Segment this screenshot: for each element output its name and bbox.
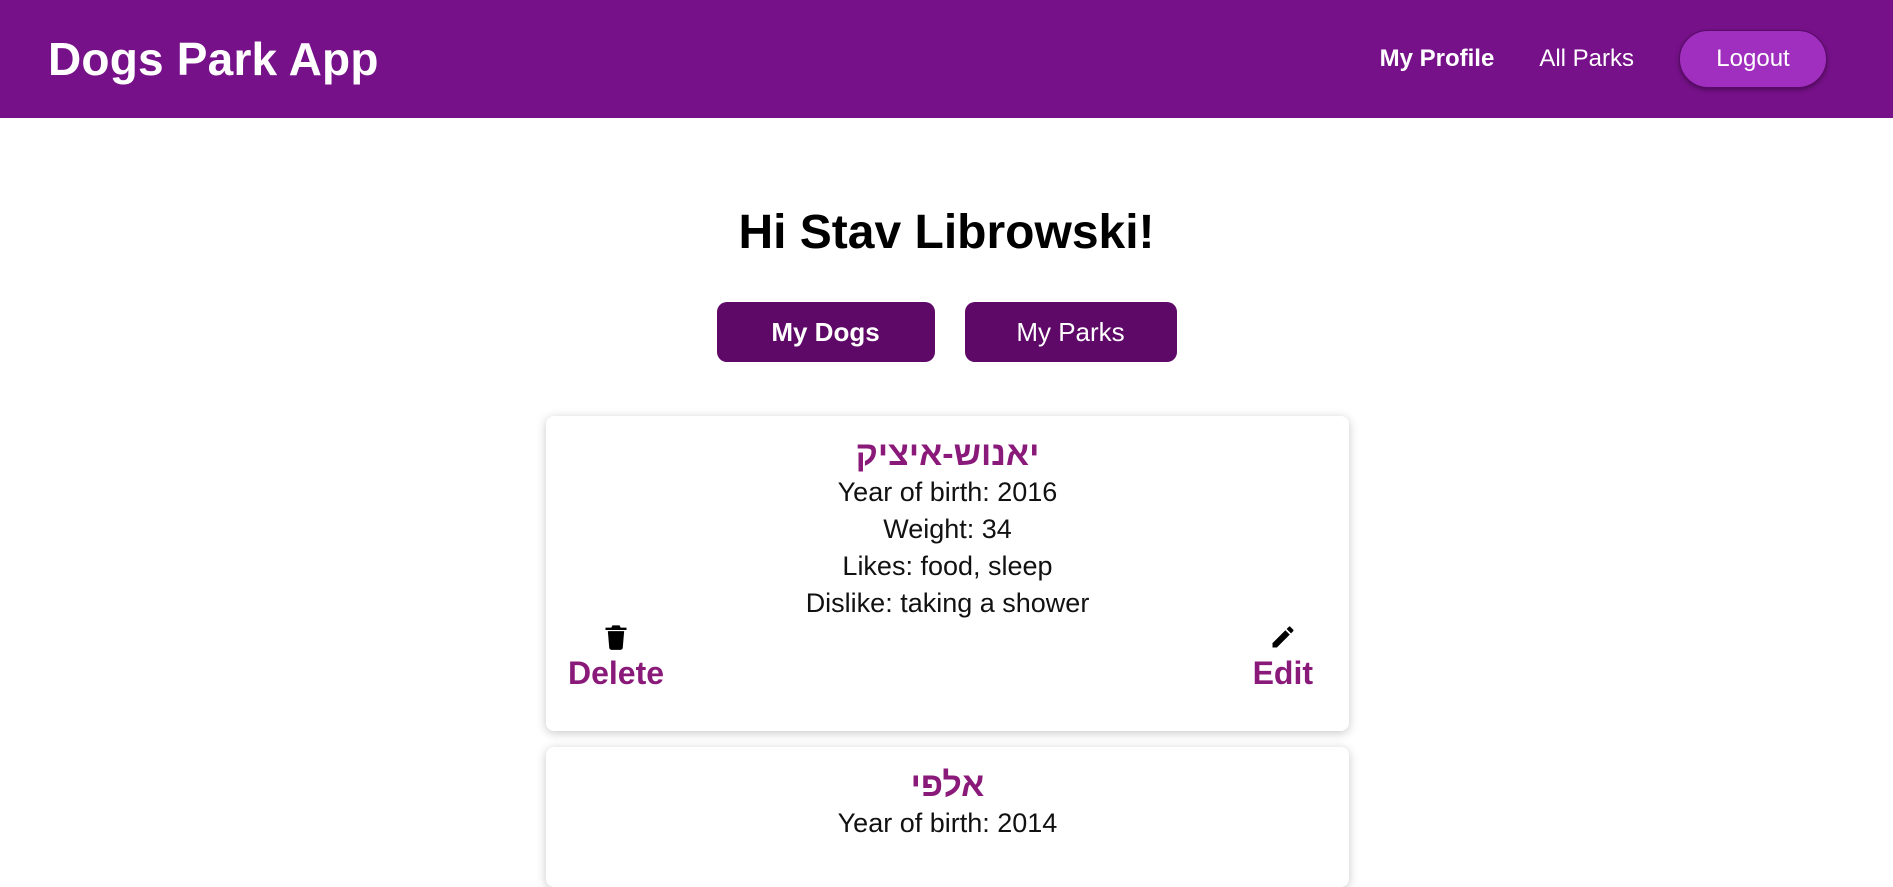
delete-dog-button[interactable]: Delete	[568, 623, 664, 692]
dog-likes: Likes: food, sleep	[842, 551, 1053, 581]
nav-my-profile[interactable]: My Profile	[1380, 45, 1495, 73]
dog-dislike: Dislike: taking a shower	[805, 588, 1090, 618]
dog-name: יאנוש-איציק	[855, 435, 1040, 473]
logout-button[interactable]: Logout	[1679, 30, 1827, 88]
navbar: Dogs Park App My Profile All Parks Logou…	[0, 0, 1893, 118]
pencil-icon	[1272, 626, 1294, 648]
dog-year-of-birth: Year of birth: 2016	[837, 477, 1058, 507]
dog-card: אלפי Year of birth: 2014	[546, 747, 1349, 887]
page-greeting: Hi Stav Librowski!	[738, 206, 1155, 259]
edit-dog-button[interactable]: Edit	[1253, 623, 1313, 692]
dog-name: אלפי	[910, 766, 985, 804]
edit-label: Edit	[1252, 655, 1313, 691]
dog-card: יאנוש-איציק Year of birth: 2016 Weight: …	[546, 416, 1349, 731]
app-title[interactable]: Dogs Park App	[48, 32, 379, 86]
profile-tabs: My Dogs My Parks	[0, 302, 1893, 362]
dog-weight: Weight: 34	[883, 514, 1012, 544]
dog-card-actions: Delete Edit	[546, 623, 1349, 695]
tab-my-dogs[interactable]: My Dogs	[716, 302, 935, 362]
nav-all-parks[interactable]: All Parks	[1539, 45, 1634, 73]
delete-label: Delete	[568, 655, 665, 691]
nav-links: My Profile All Parks Logout	[1335, 30, 1845, 88]
trash-icon	[605, 625, 627, 650]
dog-year-of-birth: Year of birth: 2014	[837, 808, 1058, 838]
tab-my-parks[interactable]: My Parks	[964, 302, 1177, 362]
